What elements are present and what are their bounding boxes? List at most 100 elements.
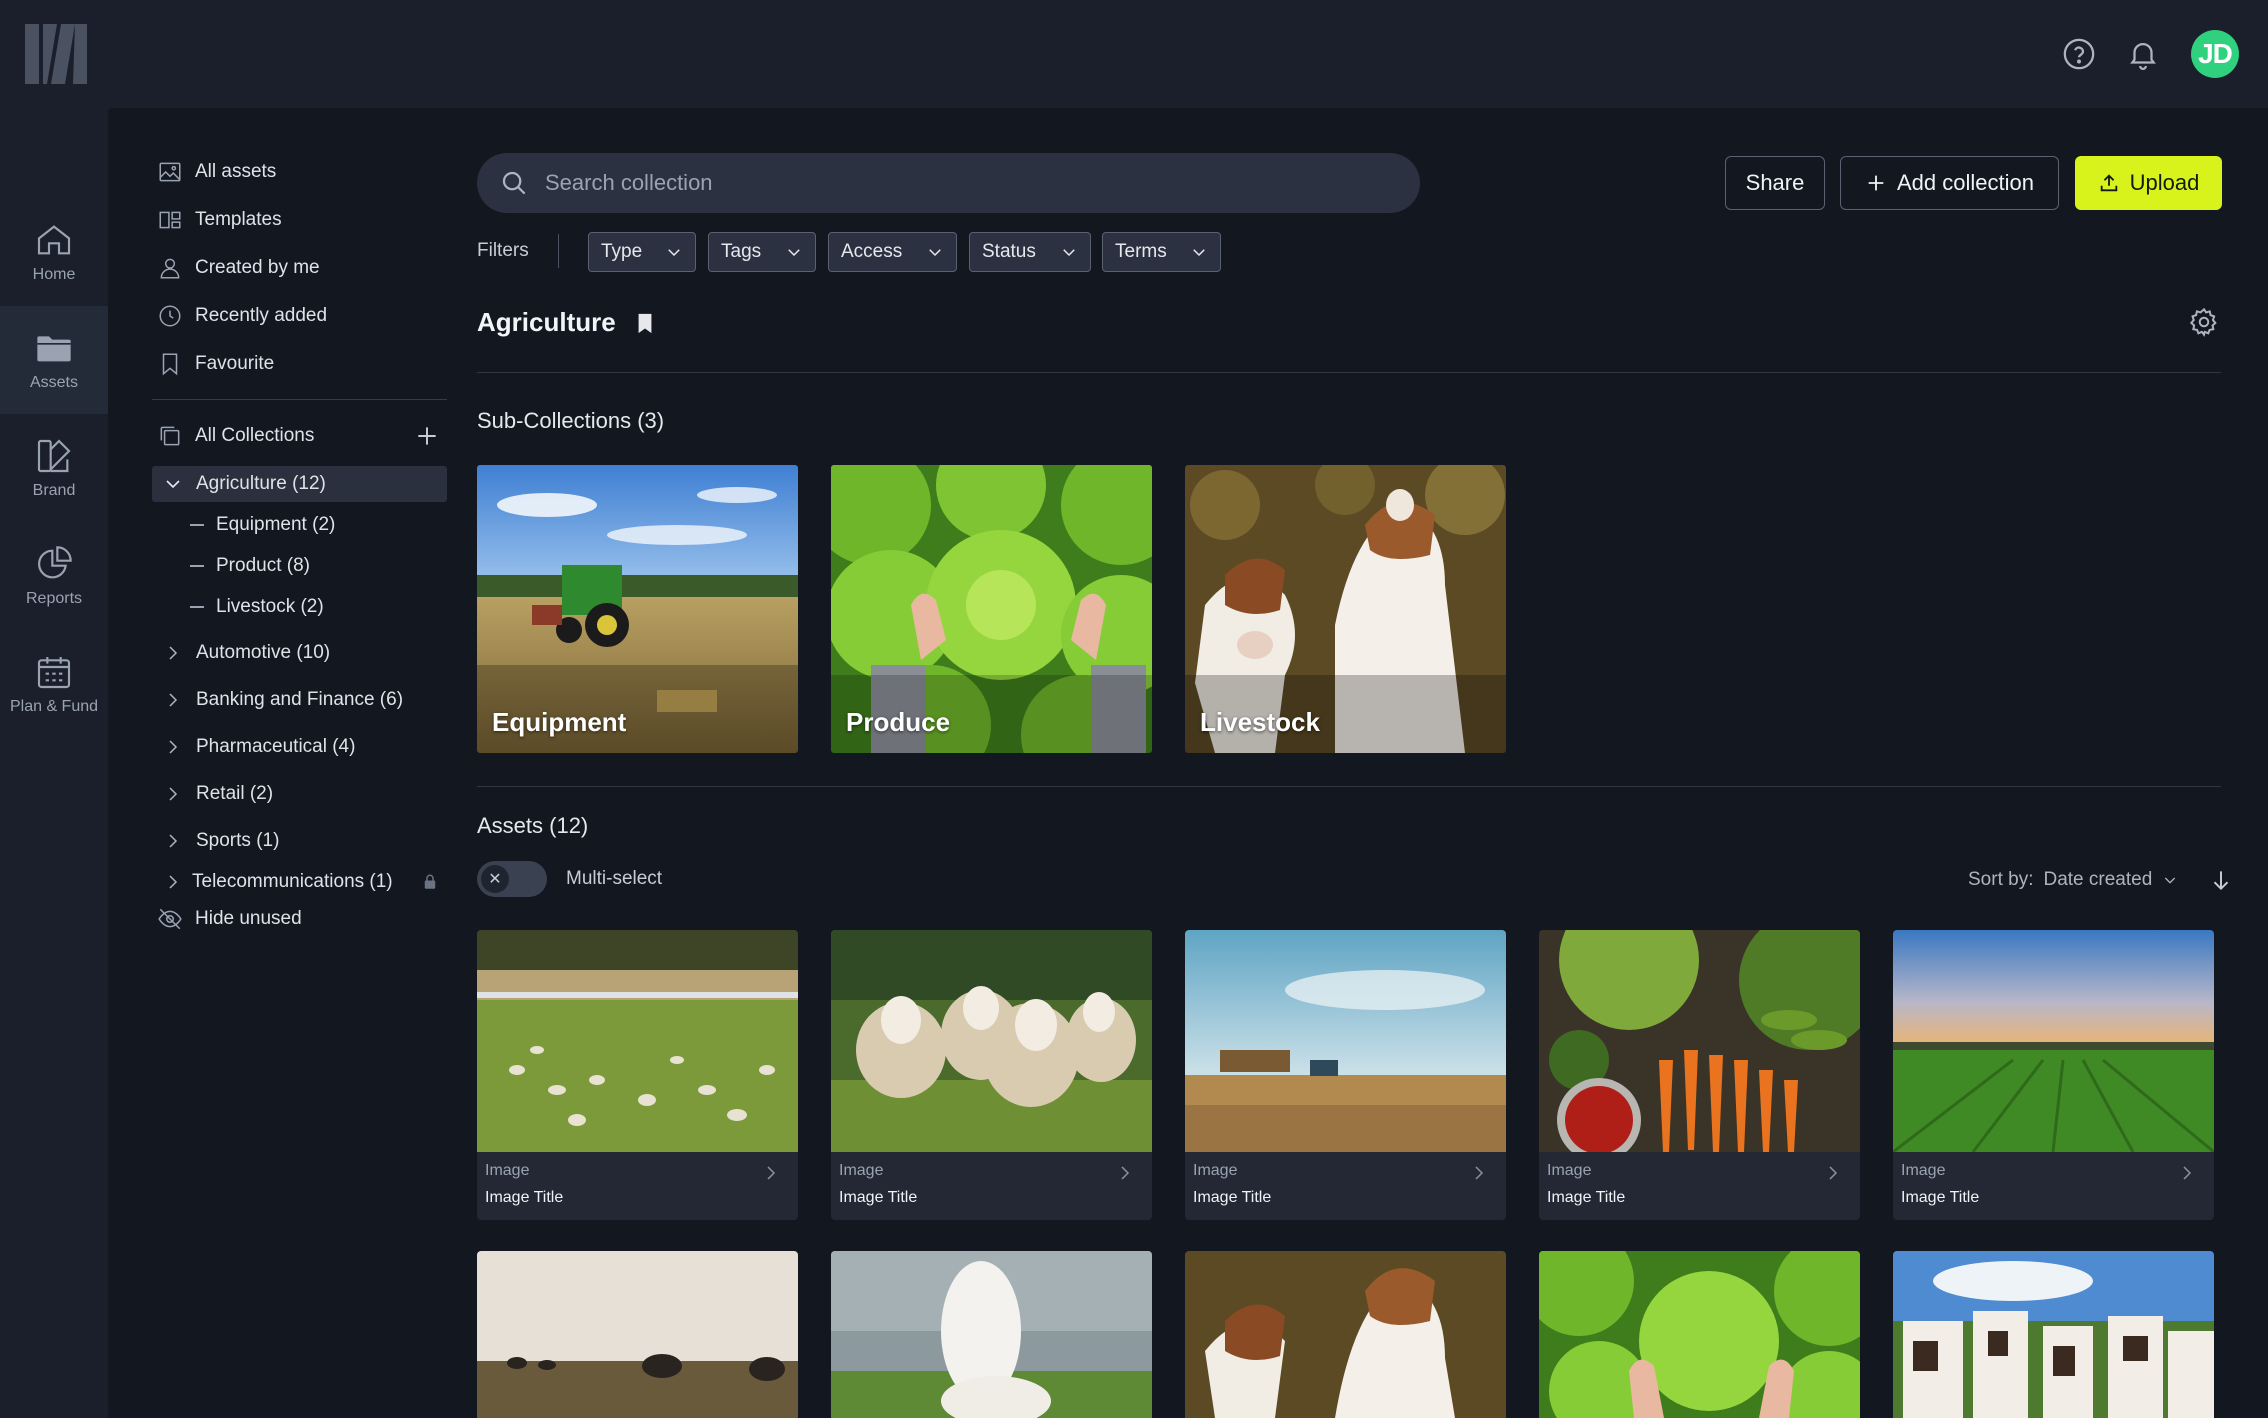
asset-card[interactable]	[477, 1251, 798, 1418]
hay-tractor-image	[1185, 930, 1506, 1152]
filter-status[interactable]: Status	[969, 232, 1091, 272]
chevron-right-icon[interactable]	[158, 691, 188, 709]
rail-item-reports[interactable]: Reports	[0, 522, 108, 630]
chevron-right-icon[interactable]	[158, 832, 188, 850]
user-icon	[160, 258, 180, 279]
gear-icon[interactable]	[2188, 306, 2220, 343]
filter-type[interactable]: Type	[588, 232, 696, 272]
asset-type: Image	[839, 1162, 884, 1179]
chevron-right-icon[interactable]	[2178, 1164, 2196, 1187]
eye-off-icon	[158, 908, 182, 930]
filter-tags[interactable]: Tags	[708, 232, 816, 272]
subcollection-card-produce[interactable]: Produce	[831, 465, 1152, 753]
search-icon	[499, 168, 529, 198]
sort-value[interactable]: Date created	[2043, 869, 2152, 891]
page-title: Agriculture	[477, 307, 656, 338]
asset-type: Image	[1547, 1162, 1592, 1179]
share-button[interactable]: Share	[1725, 156, 1825, 210]
collection-pharmaceutical[interactable]: Pharmaceutical (4)	[152, 729, 447, 765]
asset-title: Image Title	[839, 1189, 918, 1206]
chevron-right-icon[interactable]	[1470, 1164, 1488, 1187]
collection-sports[interactable]: Sports (1)	[152, 823, 447, 859]
chevron-right-icon[interactable]	[158, 644, 188, 662]
chevron-right-icon[interactable]	[158, 873, 188, 891]
image-icon	[159, 162, 181, 182]
collection-banking-finance[interactable]: Banking and Finance (6)	[152, 682, 447, 718]
collection-agriculture[interactable]: Agriculture (12)	[152, 466, 447, 502]
tree-dash	[190, 565, 204, 567]
sidebar-link-created-by-me[interactable]: Created by me	[157, 253, 320, 283]
rail-item-home[interactable]: Home	[0, 198, 108, 306]
subcollection-card-livestock[interactable]: Livestock	[1185, 465, 1506, 753]
asset-card[interactable]: Image Image Title	[477, 930, 798, 1220]
collection-child-equipment[interactable]: Equipment (2)	[190, 510, 335, 540]
help-circle-icon[interactable]	[2059, 34, 2099, 74]
sidebar-link-favourite[interactable]: Favourite	[157, 349, 274, 379]
cattle-sunset-image	[477, 1251, 798, 1418]
filters-label: Filters	[477, 240, 529, 261]
search-bar[interactable]	[477, 153, 1420, 213]
asset-card[interactable]	[1893, 1251, 2214, 1418]
search-input[interactable]	[545, 170, 1345, 196]
collection-automotive[interactable]: Automotive (10)	[152, 635, 447, 671]
asset-type: Image	[1193, 1162, 1238, 1179]
crop-field-sunset-image	[1893, 930, 2214, 1152]
asset-type: Image	[485, 1162, 530, 1179]
asset-card[interactable]	[831, 1251, 1152, 1418]
bookmark-icon	[162, 353, 178, 376]
tree-dash	[190, 606, 204, 608]
chevron-down-icon	[1190, 243, 1208, 261]
collection-telecommunications[interactable]: Telecommunications (1)	[152, 864, 447, 900]
bell-icon[interactable]	[2123, 34, 2163, 74]
brand-logo[interactable]	[25, 24, 87, 84]
sidebar-link-all-assets[interactable]: All assets	[157, 157, 276, 187]
asset-card[interactable]: Image Image Title	[1185, 930, 1506, 1220]
subcollection-card-equipment[interactable]: Equipment	[477, 465, 798, 753]
add-collection-plus-icon[interactable]	[414, 423, 440, 449]
sidebar-divider	[152, 399, 447, 400]
multiselect-toggle[interactable]: ✕	[477, 861, 547, 897]
calendar-icon	[37, 657, 71, 689]
subcollection-label: Livestock	[1200, 707, 1320, 737]
asset-card[interactable]: Image Image Title	[1893, 930, 2214, 1220]
close-icon: ✕	[481, 865, 509, 893]
collection-child-product[interactable]: Product (8)	[190, 551, 310, 581]
sidebar-link-all-collections[interactable]: All Collections	[157, 421, 314, 451]
avatar[interactable]: JD	[2191, 30, 2239, 78]
asset-card[interactable]	[1539, 1251, 1860, 1418]
goat-kid-image	[831, 1251, 1152, 1418]
chevron-down-icon[interactable]	[158, 475, 188, 493]
chevron-right-icon[interactable]	[1824, 1164, 1842, 1187]
add-collection-button[interactable]: Add collection	[1840, 156, 2059, 210]
subcollections-title: Sub-Collections (3)	[477, 408, 665, 433]
rail-label: Plan & Fund	[9, 698, 99, 715]
rail-item-assets[interactable]: Assets	[0, 306, 108, 414]
asset-card[interactable]	[1185, 1251, 1506, 1418]
sort-direction-arrow-icon[interactable]	[2208, 867, 2234, 893]
sidebar-link-templates[interactable]: Templates	[157, 205, 282, 235]
asset-card[interactable]: Image Image Title	[831, 930, 1152, 1220]
divider	[477, 372, 2221, 373]
plus-icon	[1865, 172, 1887, 194]
chevron-right-icon[interactable]	[1116, 1164, 1134, 1187]
sort-control[interactable]: Sort by: Date created	[1968, 867, 2234, 893]
top-bar: JD	[0, 0, 2268, 108]
asset-card[interactable]: Image Image Title	[1539, 930, 1860, 1220]
bookmark-filled-icon[interactable]	[634, 311, 656, 335]
chevron-right-icon[interactable]	[762, 1164, 780, 1187]
chevron-right-icon[interactable]	[158, 738, 188, 756]
collection-retail[interactable]: Retail (2)	[152, 776, 447, 812]
upload-button[interactable]: Upload	[2075, 156, 2222, 210]
hide-unused-toggle[interactable]: Hide unused	[157, 904, 302, 934]
sidebar-link-recently-added[interactable]: Recently added	[157, 301, 327, 331]
rail-item-brand[interactable]: Brand	[0, 414, 108, 522]
asset-title: Image Title	[485, 1189, 564, 1206]
collection-child-livestock[interactable]: Livestock (2)	[190, 592, 324, 622]
left-rail: Home Assets Brand Reports Plan & Fund	[0, 108, 108, 1418]
filter-terms[interactable]: Terms	[1102, 232, 1221, 272]
rail-item-plan-fund[interactable]: Plan & Fund	[0, 630, 108, 738]
sheep-field-image	[477, 930, 798, 1152]
subcollection-label: Produce	[846, 707, 951, 737]
filter-access[interactable]: Access	[828, 232, 957, 272]
chevron-right-icon[interactable]	[158, 785, 188, 803]
